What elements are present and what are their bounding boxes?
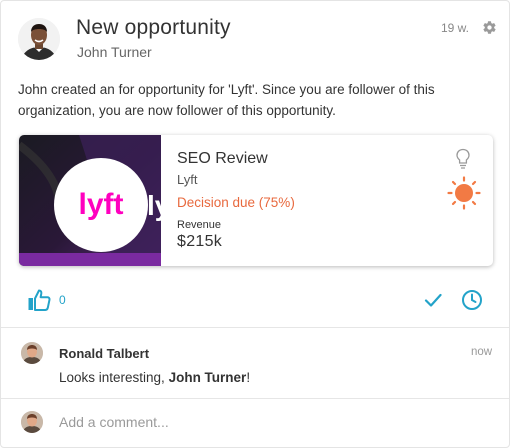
current-user-avatar (21, 411, 43, 433)
comment-mention[interactable]: John Turner (169, 370, 247, 385)
lightbulb-icon[interactable] (455, 148, 471, 170)
post-description: John created an for opportunity for 'Lyf… (18, 82, 435, 118)
revenue-value: $215k (177, 233, 223, 250)
opportunity-status: Decision due (75%) (177, 195, 295, 210)
gear-icon[interactable] (482, 20, 497, 35)
divider (1, 327, 509, 328)
revenue-label: Revenue (177, 219, 222, 231)
comment-text-prefix: Looks interesting, (59, 370, 169, 385)
comment-author[interactable]: Ronald Talbert (59, 346, 149, 361)
opportunity-title[interactable]: SEO Review (177, 150, 268, 168)
post-title: New opportunity (76, 16, 231, 39)
clock-icon[interactable] (461, 289, 483, 311)
comment-text: Looks interesting, John Turner! (59, 370, 250, 385)
check-icon[interactable] (424, 291, 442, 309)
logo-text: lyft (79, 188, 124, 221)
post-timestamp: 19 w. (441, 21, 470, 35)
comment-text-suffix: ! (246, 370, 251, 385)
add-comment-input[interactable] (59, 412, 479, 432)
opportunity-card[interactable]: lyft lyft SEO Review Lyft Decision due (… (19, 135, 493, 266)
commenter-avatar[interactable] (21, 342, 43, 364)
logo-text-secondary: lyft (147, 190, 161, 221)
like-count: 0 (59, 293, 66, 307)
divider (1, 398, 509, 399)
company-logo-image: lyft lyft (19, 135, 189, 266)
author-avatar[interactable] (18, 18, 60, 60)
thumbs-up-icon[interactable] (27, 288, 51, 312)
opportunity-company[interactable]: Lyft (177, 172, 197, 187)
comment-time: now (471, 346, 493, 358)
post-author[interactable]: John Turner (77, 44, 152, 60)
activity-card: New opportunity John Turner 19 w. John c… (0, 0, 510, 448)
sun-icon (447, 176, 481, 210)
